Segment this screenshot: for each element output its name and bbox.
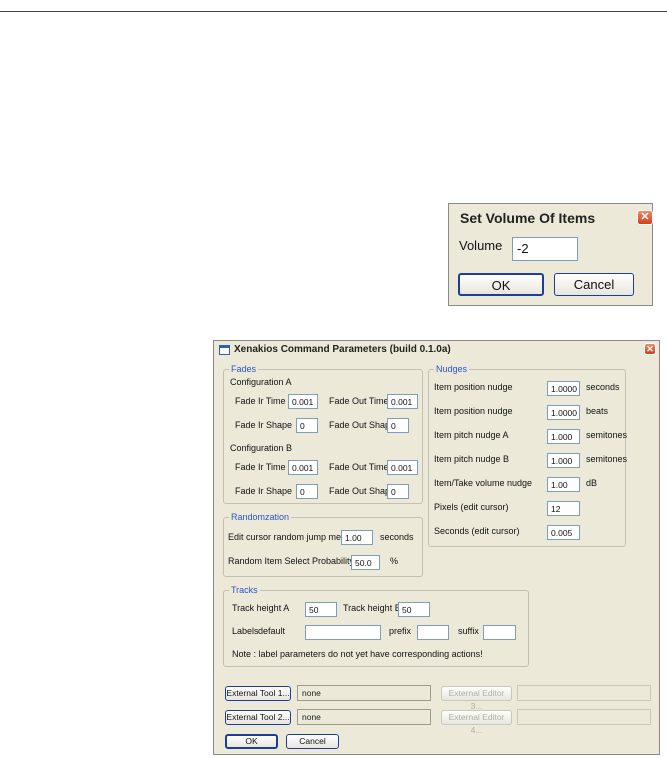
page-top-rule bbox=[0, 11, 667, 12]
labels-label: Labels bbox=[232, 626, 259, 636]
external-tool-1-path: none bbox=[297, 685, 431, 701]
window-icon bbox=[219, 345, 230, 355]
fades-group: Fades Configuration A Fade Ir Time 0.001… bbox=[223, 364, 423, 504]
label-prefix-input[interactable] bbox=[417, 625, 449, 640]
external-editor-4-button[interactable]: External Editor 4... bbox=[441, 710, 512, 735]
randomization-group: Randomzation Edit cursor random jump mea… bbox=[223, 512, 423, 577]
nudge-row-unit: semitones bbox=[586, 430, 628, 440]
track-height-a-input[interactable]: 50 bbox=[305, 602, 337, 617]
nudge-row-unit: semitones bbox=[586, 454, 628, 464]
tracks-note: Note : label parameters do not yet have … bbox=[232, 649, 483, 659]
b-fade-out-shape-input[interactable]: 0 bbox=[387, 484, 409, 499]
a-fade-in-time-input[interactable]: 0.001 bbox=[288, 394, 318, 409]
random-select-label: Random Item Select Probability bbox=[228, 556, 355, 566]
b-fade-in-time-label: Fade Ir Time bbox=[235, 462, 286, 472]
ok-button[interactable]: OK bbox=[458, 273, 544, 296]
a-fade-in-time-label: Fade Ir Time bbox=[235, 396, 286, 406]
edit-cursor-jump-label: Edit cursor random jump mean bbox=[228, 532, 352, 542]
external-tool-1-button[interactable]: External Tool 1... bbox=[225, 686, 291, 701]
b-fade-out-time-label: Fade Out Time bbox=[329, 462, 389, 472]
dialog-titlebar: Xenakios Command Parameters (build 0.1.0… bbox=[215, 342, 658, 358]
b-fade-out-time-input[interactable]: 0.001 bbox=[387, 460, 418, 475]
external-editor-4-path bbox=[517, 709, 651, 725]
command-parameters-dialog: Xenakios Command Parameters (build 0.1.0… bbox=[213, 340, 660, 755]
label-suffix-input[interactable] bbox=[483, 625, 516, 640]
a-fade-out-shape-label: Fade Out Shape bbox=[329, 420, 396, 430]
cancel-button[interactable]: Cancel bbox=[286, 734, 339, 749]
a-fade-in-shape-label: Fade Ir Shape bbox=[235, 420, 293, 430]
volume-label: Volume bbox=[459, 238, 503, 253]
dialog-title: Set Volume Of Items bbox=[460, 210, 596, 226]
randomization-legend: Randomzation bbox=[229, 512, 292, 522]
nudge-row-input[interactable]: 1.0000 bbox=[547, 381, 580, 396]
random-select-input[interactable]: 50.0 bbox=[351, 555, 380, 570]
a-fade-out-time-input[interactable]: 0.001 bbox=[387, 394, 418, 409]
track-height-b-label: Track height B bbox=[343, 603, 401, 613]
config-a-label: Configuration A bbox=[230, 377, 292, 387]
external-editor-3-button[interactable]: External Editor 3... bbox=[441, 686, 512, 711]
external-tool-2-button[interactable]: External Tool 2... bbox=[225, 710, 291, 725]
b-fade-in-time-input[interactable]: 0.001 bbox=[288, 460, 318, 475]
nudge-row-input[interactable]: 0.005 bbox=[547, 525, 580, 540]
suffix-label: suffix bbox=[458, 626, 479, 636]
nudge-row-input[interactable]: 1.00 bbox=[547, 477, 580, 492]
tracks-group: Tracks Track height A 50 Track height B … bbox=[223, 585, 529, 667]
tracks-legend: Tracks bbox=[229, 585, 260, 595]
volume-input[interactable]: -2 bbox=[512, 237, 578, 261]
nudge-row-label: Item position nudge bbox=[434, 382, 513, 392]
config-b-label: Configuration B bbox=[230, 443, 293, 453]
nudge-row-label: Item/Take volume nudge bbox=[434, 478, 533, 488]
b-fade-in-shape-label: Fade Ir Shape bbox=[235, 486, 293, 496]
a-fade-out-shape-input[interactable]: 0 bbox=[387, 418, 409, 433]
close-icon[interactable]: ✕ bbox=[644, 343, 656, 355]
nudge-row-unit: seconds bbox=[586, 382, 620, 392]
a-fade-out-time-label: Fade Out Time bbox=[329, 396, 389, 406]
dialog-title: Xenakios Command Parameters (build 0.1.0… bbox=[234, 344, 451, 355]
random-select-unit: % bbox=[390, 556, 399, 566]
label-default-input[interactable] bbox=[305, 625, 381, 640]
nudges-group: Nudges Item position nudge 1.0000 second… bbox=[428, 364, 628, 547]
nudge-row-label: Pixels (edit cursor) bbox=[434, 502, 509, 512]
nudge-row-unit: beats bbox=[586, 406, 609, 416]
dialog-titlebar: Set Volume Of Items ✕ bbox=[451, 206, 653, 228]
nudge-row-label: Item pitch nudge B bbox=[434, 454, 510, 464]
nudge-row-input[interactable]: 12 bbox=[547, 501, 580, 516]
nudge-row-label: Seconds (edit cursor) bbox=[434, 526, 520, 536]
nudge-row-unit: dB bbox=[586, 478, 598, 488]
prefix-label: prefix bbox=[389, 626, 412, 636]
nudge-row-input[interactable]: 1.000 bbox=[547, 453, 580, 468]
b-fade-out-shape-label: Fade Out Shape bbox=[329, 486, 396, 496]
nudge-row-label: Item position nudge bbox=[434, 406, 513, 416]
set-volume-dialog: Set Volume Of Items ✕ Volume -2 OK Cance… bbox=[448, 203, 653, 306]
external-tool-2-path: none bbox=[297, 709, 431, 725]
external-editor-3-path bbox=[517, 685, 651, 701]
track-height-a-label: Track height A bbox=[232, 603, 290, 613]
nudge-row-input[interactable]: 1.000 bbox=[547, 429, 580, 444]
fades-legend: Fades bbox=[229, 364, 259, 374]
b-fade-in-shape-input[interactable]: 0 bbox=[296, 484, 318, 499]
ok-button[interactable]: OK bbox=[225, 734, 278, 749]
nudge-row-label: Item pitch nudge A bbox=[434, 430, 509, 440]
track-height-b-input[interactable]: 50 bbox=[398, 602, 430, 617]
default-label: default bbox=[258, 626, 286, 636]
cancel-button[interactable]: Cancel bbox=[554, 273, 634, 296]
close-icon[interactable]: ✕ bbox=[637, 210, 653, 225]
edit-cursor-jump-unit: seconds bbox=[380, 532, 414, 542]
nudges-legend: Nudges bbox=[434, 364, 470, 374]
nudge-row-input[interactable]: 1.0000 bbox=[547, 405, 580, 420]
edit-cursor-jump-input[interactable]: 1.00 bbox=[341, 530, 373, 545]
a-fade-in-shape-input[interactable]: 0 bbox=[296, 418, 318, 433]
